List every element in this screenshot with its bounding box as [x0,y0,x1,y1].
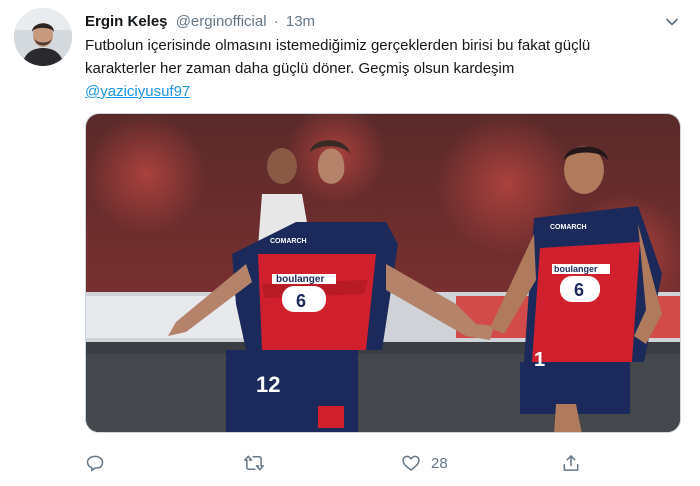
tweet-text-line: karakterler her zaman daha güçlü döner. … [85,60,515,77]
tweet[interactable]: Ergin Keleş @erginofficial · 13m Futbolu… [0,0,700,486]
photo-brand-left: COMARCH [270,238,307,245]
like-icon [401,453,421,473]
photo-illustration: COMARCH boulanger 6 12 COMARCH boulanger… [86,114,680,432]
photo-shirt-number-right: 1 [534,349,545,371]
tweet-text-line: Futbolun içerisinde olmasını istemediğim… [85,37,591,54]
separator-dot: · [273,13,279,30]
chevron-down-icon[interactable] [664,14,680,30]
tweet-text: Futbolun içerisinde olmasını istemediğim… [85,34,685,103]
photo-shirt-number: 12 [256,372,280,397]
tweet-actions: 28 [85,448,685,478]
retweet-icon [243,453,265,473]
like-button[interactable]: 28 [401,448,448,478]
author-name[interactable]: Ergin Keleş [85,13,168,30]
timestamp[interactable]: 13m [286,13,315,30]
reply-button[interactable] [85,448,115,478]
photo-sponsor-right: boulanger [554,264,598,274]
author-handle[interactable]: @erginofficial [176,13,267,30]
reply-icon [85,453,105,473]
photo-brand-right: COMARCH [550,224,587,231]
share-icon [561,453,581,473]
photo-number-right: 6 [574,280,584,300]
photo-number-left: 6 [296,291,306,311]
photo-sponsor-left: boulanger [276,274,324,285]
avatar[interactable] [14,8,72,66]
tweet-header: Ergin Keleş @erginofficial · 13m [85,12,680,32]
mention-link[interactable]: @yaziciyusuf97 [85,83,190,100]
tweet-photo[interactable]: COMARCH boulanger 6 12 COMARCH boulanger… [85,113,681,433]
share-button[interactable] [561,448,581,478]
retweet-button[interactable] [243,448,275,478]
like-count: 28 [431,454,448,472]
